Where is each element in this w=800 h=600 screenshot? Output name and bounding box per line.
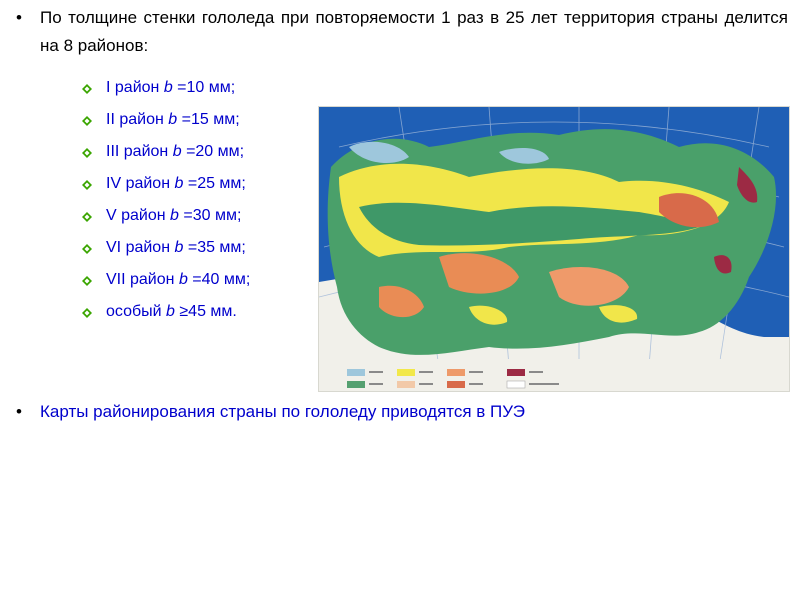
- diamond-bullet-icon: [82, 308, 92, 318]
- district-item: VI район b =35 мм;: [78, 232, 250, 264]
- district-symbol: b: [170, 207, 179, 224]
- diamond-bullet-icon: [82, 212, 92, 222]
- district-value: ≥45 мм.: [179, 303, 237, 320]
- district-name: IV район: [106, 175, 171, 192]
- district-value: =15 мм;: [181, 111, 240, 128]
- district-symbol: b: [178, 271, 188, 288]
- district-value: =35 мм;: [187, 239, 246, 256]
- district-symbol: b: [174, 175, 184, 192]
- diamond-bullet-icon: [82, 116, 92, 126]
- district-item: III район b =20 мм;: [78, 136, 250, 168]
- district-value: =40 мм;: [192, 271, 251, 288]
- district-name: V район: [106, 207, 166, 224]
- diamond-bullet-icon: [82, 180, 92, 190]
- diamond-bullet-icon: [82, 148, 92, 158]
- district-item: особый b ≥45 мм.: [78, 296, 250, 328]
- district-name: II район: [106, 111, 164, 128]
- district-item: II район b =15 мм;: [78, 104, 250, 136]
- district-symbol: b: [168, 111, 178, 128]
- district-name: особый: [106, 303, 162, 320]
- district-item: V район b =30 мм;: [78, 200, 250, 232]
- district-value: =10 мм;: [177, 79, 236, 96]
- outro-text: Карты районирования страны по гололеду п…: [40, 402, 525, 421]
- intro-text: По толщине стенки гололеда при повторяем…: [40, 8, 788, 55]
- diamond-bullet-icon: [82, 244, 92, 254]
- slide: • По толщине стенки гололеда при повторя…: [0, 0, 800, 600]
- district-symbol: b: [163, 79, 173, 96]
- district-value: =25 мм;: [187, 175, 246, 192]
- district-item: I район b =10 мм;: [78, 72, 250, 104]
- district-name: VII район: [106, 271, 175, 288]
- district-name: I район: [106, 79, 160, 96]
- district-value: =30 мм;: [183, 207, 242, 224]
- diamond-bullet-icon: [82, 276, 92, 286]
- district-value: =20 мм;: [186, 143, 245, 160]
- outro-bullet: • Карты районирования страны по гололеду…: [12, 398, 788, 426]
- intro-bullet: • По толщине стенки гололеда при повторя…: [12, 4, 788, 60]
- bullet-dot-icon: •: [16, 8, 22, 27]
- district-item: IV район b =25 мм;: [78, 168, 250, 200]
- district-symbol: b: [172, 143, 182, 160]
- district-name: III район: [106, 143, 169, 160]
- district-item: VII район b =40 мм;: [78, 264, 250, 296]
- bullet-dot-icon: •: [16, 402, 22, 421]
- diamond-bullet-icon: [82, 84, 92, 94]
- district-list: I район b =10 мм; II район b =15 мм; III р…: [78, 72, 250, 328]
- district-symbol: b: [174, 239, 184, 256]
- icing-zone-map: [318, 106, 790, 392]
- district-name: VI район: [106, 239, 171, 256]
- district-symbol: b: [166, 303, 175, 320]
- map-image: [319, 107, 789, 391]
